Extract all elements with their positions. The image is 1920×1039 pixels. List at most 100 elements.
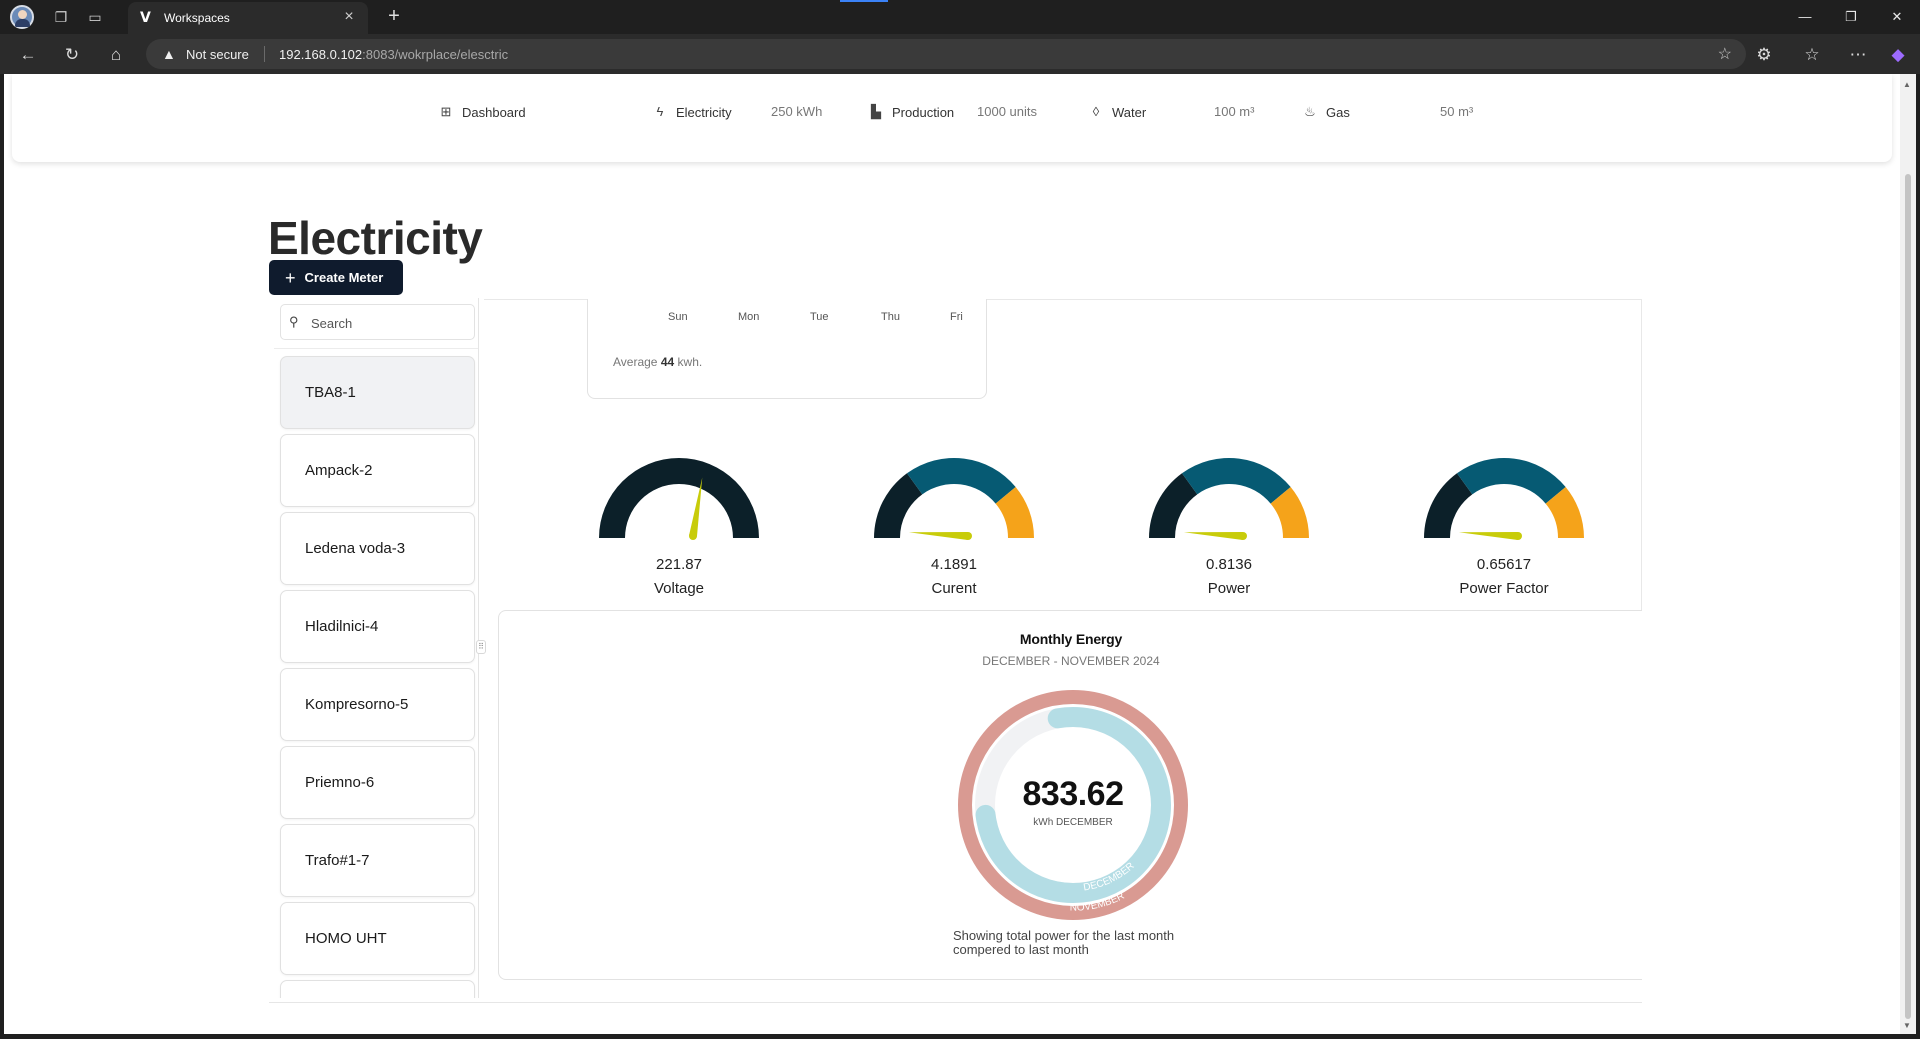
tab-actions-icon[interactable]: ▭ <box>84 6 106 28</box>
meter-item[interactable]: HOMO UHT <box>280 902 475 975</box>
search-icon: ⚲ <box>289 314 299 329</box>
profile-avatar-icon[interactable] <box>10 5 34 29</box>
tab-bar-accent <box>840 0 888 2</box>
nav-dashboard[interactable]: ⊞ Dashboard <box>438 102 526 122</box>
gauge-needle-hub <box>1239 532 1247 540</box>
page-title: Electricity <box>268 212 483 264</box>
energy-unit-label: kWh DECEMBER <box>1033 817 1113 828</box>
day-label: Mon <box>738 311 760 323</box>
browser-nav-bar: ← ↻ ⌂ ▲ Not secure 192.168.0.102:8083/wo… <box>0 34 1920 74</box>
gauge-label: Voltage <box>653 580 705 597</box>
meter-item[interactable]: TBA8-1 <box>280 356 475 429</box>
gauge-value: 221.87 <box>656 556 702 573</box>
nav-water[interactable]: ◊ Water <box>1088 102 1146 122</box>
home-button[interactable]: ⌂ <box>104 43 128 67</box>
minimize-button[interactable]: — <box>1790 6 1820 28</box>
tab-title: Workspaces <box>164 11 230 25</box>
power-factor-gauge: 0.65617 Power Factor <box>1414 454 1594 604</box>
nav-production[interactable]: ▙ Production <box>868 102 954 122</box>
day-label: Sun <box>668 311 688 323</box>
weekly-usage-card: Sun Mon Tue Thu Fri Average 44 kwh. <box>587 299 987 399</box>
gauge-value: 0.65617 <box>1476 556 1532 573</box>
gauge-label: Power Factor <box>1459 580 1549 597</box>
production-value: 1000 units <box>977 104 1037 119</box>
average-usage: Average 44 kwh. <box>613 355 703 369</box>
monthly-energy-card: Monthly Energy DECEMBER - NOVEMBER 2024 … <box>498 610 1642 980</box>
gauge-dial <box>1424 458 1584 540</box>
energy-footnote: Showing total power for the last month c… <box>953 928 1175 957</box>
new-tab-button[interactable]: + <box>382 4 406 28</box>
page-scrollbar[interactable]: ▲ ▼ <box>1900 74 1916 1034</box>
create-meter-button[interactable]: + Create Meter <box>269 260 403 295</box>
scroll-up-icon[interactable]: ▲ <box>1903 80 1911 89</box>
gauge-needle <box>1183 532 1244 540</box>
scroll-down-icon[interactable]: ▼ <box>1903 1021 1911 1030</box>
reload-button[interactable]: ↻ <box>60 43 84 67</box>
extensions-icon[interactable]: ⚙ <box>1752 43 1776 67</box>
gauge-needle-hub <box>689 532 697 540</box>
meter-item[interactable]: Ledena voda-3 <box>280 512 475 585</box>
day-label: Fri <box>950 311 963 323</box>
meter-item[interactable]: Priemno-6 <box>280 746 475 819</box>
voltage-gauge: 221.87 Voltage <box>589 454 769 604</box>
search-box[interactable]: ⚲ <box>280 304 475 340</box>
power-gauge: 0.8136 Power <box>1139 454 1319 604</box>
restore-button[interactable]: ❐ <box>1836 6 1866 28</box>
lightning-icon: ϟ <box>656 104 664 119</box>
workspaces-icon[interactable]: ❐ <box>50 6 72 28</box>
top-navigation: ⊞ Dashboard ϟ Electricity 250 kWh ▙ Prod… <box>12 74 1892 162</box>
scrollbar-thumb[interactable] <box>1905 174 1911 1019</box>
gauge-dial <box>599 458 759 540</box>
gauge-segment <box>1456 458 1566 504</box>
plus-icon: + <box>285 267 296 288</box>
copilot-icon[interactable]: ◆ <box>1886 43 1910 67</box>
back-button[interactable]: ← <box>16 43 40 67</box>
energy-value: 833.62 <box>1022 775 1125 813</box>
gas-value: 50 m³ <box>1440 104 1474 119</box>
close-window-button[interactable]: ✕ <box>1882 6 1912 28</box>
droplet-icon: ◊ <box>1092 104 1100 119</box>
gauge-value: 0.8136 <box>1206 556 1252 573</box>
meter-item[interactable]: Kompresorno-5 <box>280 668 475 741</box>
gauge-needle <box>1458 532 1519 540</box>
meter-item[interactable]: Ampack-2 <box>280 434 475 507</box>
page-viewport: ⊞ Dashboard ϟ Electricity 250 kWh ▙ Prod… <box>4 74 1900 1034</box>
gauge-dial <box>874 458 1034 540</box>
monthly-energy-subtitle: DECEMBER - NOVEMBER 2024 <box>982 654 1160 668</box>
search-input[interactable] <box>311 313 461 333</box>
gauge-dial <box>1149 458 1309 540</box>
meter-sidebar: ⚲ TBA8-1Ampack-2Ledena voda-3Hladilnici-… <box>274 298 479 998</box>
favorites-icon[interactable]: ☆ <box>1800 43 1824 67</box>
url-text[interactable]: 192.168.0.102:8083/wokrplace/elesctric <box>279 47 508 62</box>
day-label: Thu <box>881 311 900 323</box>
flame-icon: ♨ <box>1304 104 1316 119</box>
more-menu-icon[interactable]: ⋯ <box>1846 43 1870 67</box>
gauge-needle-hub <box>1514 532 1522 540</box>
nav-gas[interactable]: ♨ Gas <box>1302 102 1350 122</box>
favorite-star-icon[interactable]: ☆ <box>1718 44 1732 64</box>
browser-tab[interactable]: V Workspaces × <box>128 2 368 34</box>
warning-icon: ▲ <box>162 46 176 62</box>
close-tab-icon[interactable]: × <box>340 8 358 26</box>
site-favicon-icon: V <box>140 10 151 26</box>
gauge-label: Curent <box>931 580 977 597</box>
nav-electricity[interactable]: ϟ Electricity <box>652 102 732 122</box>
factory-icon: ▙ <box>871 104 881 119</box>
meter-item[interactable]: Hladilnici-4 <box>280 590 475 663</box>
current-gauge: 4.1891 Curent <box>864 454 1044 604</box>
gauge-needle-hub <box>964 532 972 540</box>
water-value: 100 m³ <box>1214 104 1255 119</box>
monthly-energy-title: Monthly Energy <box>1019 631 1123 647</box>
browser-tab-bar: ❐ ▭ V Workspaces × + — ❐ ✕ <box>0 0 1920 34</box>
not-secure-label[interactable]: Not secure <box>186 47 249 62</box>
meter-item[interactable]: Trafo#1-7 <box>280 824 475 897</box>
gauge-needle <box>908 532 969 540</box>
address-bar[interactable]: ▲ Not secure 192.168.0.102:8083/wokrplac… <box>146 39 1746 69</box>
electricity-value: 250 kWh <box>771 104 823 119</box>
gauge-label: Power <box>1207 580 1251 597</box>
grid-icon: ⊞ <box>440 104 452 119</box>
gauge-segment <box>1181 458 1291 504</box>
energy-ring-chart: NOVEMBER DECEMBER 833.62 kWh DECEMBER <box>953 685 1193 925</box>
meter-item-partial[interactable] <box>280 980 475 998</box>
day-label: Tue <box>810 311 829 323</box>
